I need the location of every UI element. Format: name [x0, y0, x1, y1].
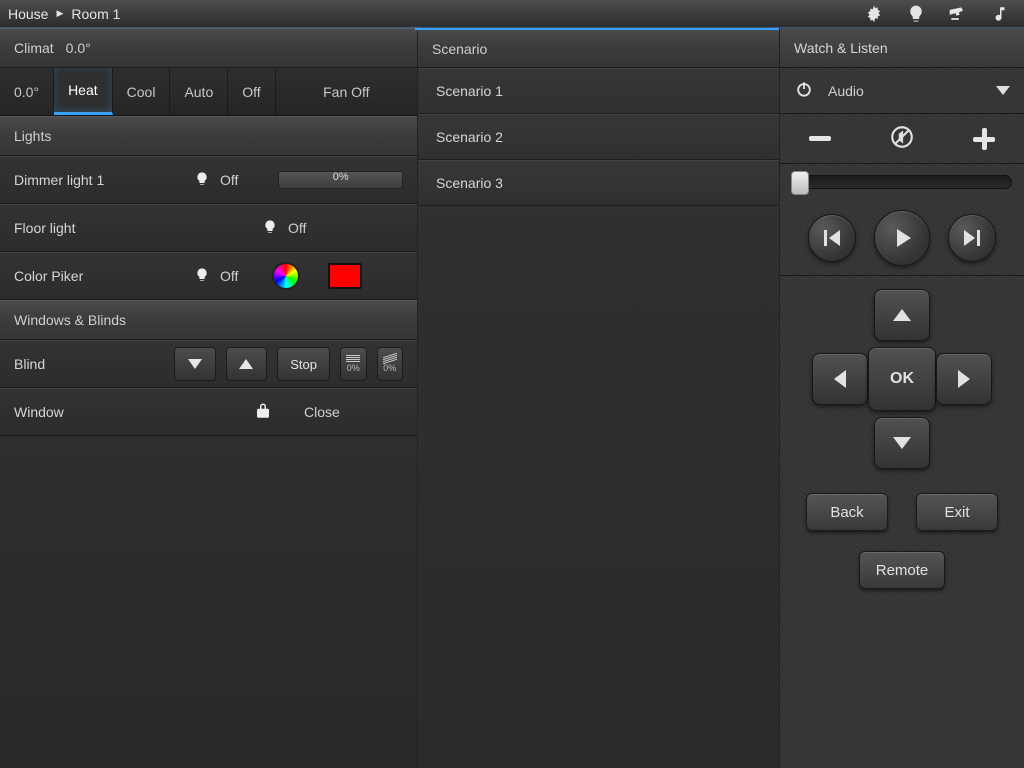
- color-swatch[interactable]: [328, 263, 362, 289]
- volume-thumb[interactable]: [791, 171, 809, 195]
- dimmer1-slider[interactable]: 0%: [278, 171, 403, 189]
- chevron-down-icon: [188, 359, 202, 369]
- audio-selector-row: Audio: [780, 68, 1024, 114]
- dimmer1-level: 0%: [333, 171, 349, 183]
- watch-listen-panel: Watch & Listen Audio: [780, 28, 1024, 768]
- tab-fan-off[interactable]: Fan Off: [276, 68, 417, 115]
- breadcrumb-room[interactable]: Room 1: [71, 6, 120, 22]
- blind-open-pct: 0%: [347, 363, 360, 373]
- scenario-item-2[interactable]: Scenario 2: [418, 114, 779, 160]
- camera-icon[interactable]: [948, 4, 968, 24]
- row-window: Window Close: [0, 388, 417, 436]
- prev-track-button[interactable]: [808, 214, 856, 262]
- breadcrumb-root[interactable]: House: [8, 6, 48, 22]
- bulb-icon: [262, 219, 278, 238]
- row-floor-light: Floor light Off: [0, 204, 417, 252]
- exit-button[interactable]: Exit: [916, 493, 998, 531]
- colorpicker-label: Color Piker: [14, 268, 184, 284]
- dropdown-icon[interactable]: [996, 86, 1010, 95]
- dpad: OK: [780, 276, 1024, 482]
- volume-down-button[interactable]: [809, 136, 831, 141]
- blind-preset-closed[interactable]: 0%: [377, 347, 404, 381]
- blind-open-icon: [346, 355, 360, 362]
- tab-off[interactable]: Off: [228, 68, 275, 115]
- dimmer1-label: Dimmer light 1: [14, 172, 184, 188]
- remote-row: Remote: [780, 542, 1024, 598]
- blind-down-button[interactable]: [174, 347, 216, 381]
- dpad-left-button[interactable]: [812, 353, 868, 405]
- lights-header: Lights: [0, 116, 417, 156]
- dpad-ok-button[interactable]: OK: [868, 347, 936, 411]
- blind-preset-open[interactable]: 0%: [340, 347, 367, 381]
- next-track-button[interactable]: [948, 214, 996, 262]
- colorpicker-status: Off: [220, 268, 238, 284]
- back-exit-row: Back Exit: [780, 482, 1024, 542]
- left-column: Climat 0.0° 0.0° Heat Cool Auto Off Fan …: [0, 28, 418, 768]
- blind-up-button[interactable]: [226, 347, 268, 381]
- transport-controls: [780, 200, 1024, 276]
- power-button[interactable]: [794, 79, 814, 102]
- blind-label: Blind: [14, 356, 164, 372]
- lock-icon: [254, 402, 272, 423]
- climate-icon[interactable]: [864, 4, 884, 24]
- bulb-icon[interactable]: [906, 4, 926, 24]
- arrow-up-icon: [893, 309, 911, 321]
- climate-tabs: 0.0° Heat Cool Auto Off Fan Off: [0, 68, 417, 116]
- dpad-right-button[interactable]: [936, 353, 992, 405]
- volume-row: [780, 114, 1024, 164]
- tab-cool[interactable]: Cool: [113, 68, 171, 115]
- tab-heat[interactable]: Heat: [54, 68, 113, 115]
- bulb-icon: [194, 267, 210, 286]
- bulb-icon: [194, 171, 210, 190]
- climate-header: Climat 0.0°: [0, 28, 417, 68]
- blind-closed-pct: 0%: [383, 363, 396, 373]
- blind-stop-button[interactable]: Stop: [277, 347, 330, 381]
- climate-setpoint[interactable]: 0.0°: [0, 68, 54, 115]
- blinds-header: Windows & Blinds: [0, 300, 417, 340]
- tab-auto[interactable]: Auto: [170, 68, 228, 115]
- audio-source-label[interactable]: Audio: [828, 83, 982, 99]
- dpad-down-button[interactable]: [874, 417, 930, 469]
- row-blind: Blind Stop 0% 0%: [0, 340, 417, 388]
- remote-button[interactable]: Remote: [859, 551, 946, 589]
- floor-status: Off: [288, 220, 306, 236]
- floor-toggle[interactable]: Off: [262, 219, 306, 238]
- volume-up-button[interactable]: [973, 128, 995, 150]
- lights-header-label: Lights: [14, 128, 51, 144]
- floor-label: Floor light: [14, 220, 252, 236]
- chevron-up-icon: [239, 359, 253, 369]
- scenario-item-3[interactable]: Scenario 3: [418, 160, 779, 206]
- dimmer1-toggle[interactable]: Off: [194, 171, 238, 190]
- back-button[interactable]: Back: [806, 493, 888, 531]
- scenario-column: Scenario Scenario 1 Scenario 2 Scenario …: [418, 28, 780, 768]
- scenario-item-1[interactable]: Scenario 1: [418, 68, 779, 114]
- arrow-right-icon: [958, 370, 970, 388]
- play-icon: [897, 229, 911, 247]
- row-dimmer-light-1: Dimmer light 1 Off 0%: [0, 156, 417, 204]
- top-icons: [864, 4, 1016, 24]
- scenario-header: Scenario: [418, 28, 779, 68]
- dimmer1-status: Off: [220, 172, 238, 188]
- dpad-up-button[interactable]: [874, 289, 930, 341]
- top-bar: House ▶ Room 1: [0, 0, 1024, 28]
- arrow-down-icon: [893, 437, 911, 449]
- colorpicker-toggle[interactable]: Off: [194, 267, 238, 286]
- scenario-header-label: Scenario: [432, 41, 487, 57]
- climate-current-temp: 0.0°: [66, 40, 91, 56]
- mute-button[interactable]: [889, 124, 915, 153]
- watch-listen-header: Watch & Listen: [780, 28, 1024, 68]
- window-status[interactable]: Close: [304, 404, 340, 420]
- music-icon[interactable]: [990, 4, 1010, 24]
- play-button[interactable]: [874, 210, 930, 266]
- watch-listen-label: Watch & Listen: [794, 40, 888, 56]
- blinds-header-label: Windows & Blinds: [14, 312, 126, 328]
- volume-slider[interactable]: [780, 164, 1024, 200]
- climate-header-label: Climat: [14, 40, 54, 56]
- breadcrumb-separator-icon: ▶: [56, 8, 63, 19]
- color-wheel-button[interactable]: [272, 262, 300, 290]
- arrow-left-icon: [834, 370, 846, 388]
- breadcrumb[interactable]: House ▶ Room 1: [8, 6, 120, 22]
- row-color-picker: Color Piker Off: [0, 252, 417, 300]
- window-label: Window: [14, 404, 244, 420]
